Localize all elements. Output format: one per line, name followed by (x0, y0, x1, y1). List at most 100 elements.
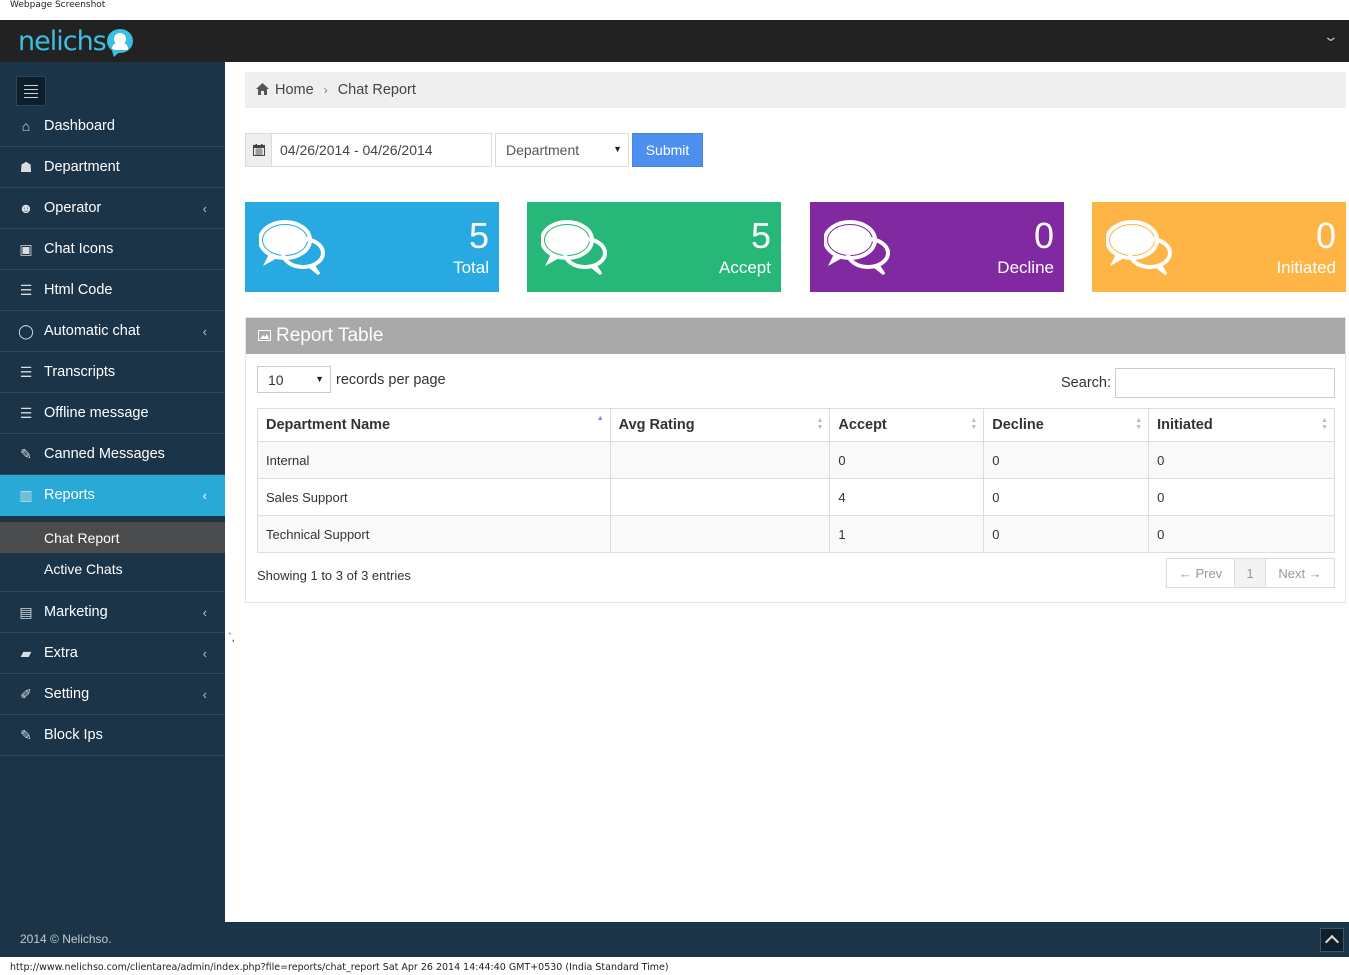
table-header-row: Department Name ▲ Avg Rating ▲ ▼ Accept ▲ ▼ Decl… (257, 408, 1335, 442)
page-length-value: 10 (268, 371, 284, 388)
sidebar-item-department[interactable]: ☗ Department (0, 147, 225, 188)
submenu-item-active-chats[interactable]: Active Chats (0, 553, 225, 585)
stat-value: 5 (468, 215, 489, 256)
sidebar-item-extra[interactable]: ▰ Extra ‹ (0, 633, 225, 674)
stat-card-accept: 5 Accept (527, 202, 781, 292)
table-search: Search: (1061, 368, 1335, 398)
stat-value: 0 (1315, 215, 1336, 256)
next-page-button[interactable]: Next → (1266, 559, 1334, 587)
page-caption: Webpage Screenshot (10, 0, 106, 10)
sidebar-item-label: Offline message (44, 405, 149, 421)
footer: 2014 © Nelichso. (0, 922, 1349, 957)
sidebar-item-dashboard[interactable]: ⌂ Dashboard (0, 106, 225, 147)
users-icon: ☗ (19, 158, 33, 175)
chevron-left-icon: ‹ (202, 686, 207, 702)
prev-page-button[interactable]: ← Prev (1167, 559, 1235, 587)
column-header-avg-rating[interactable]: Avg Rating ▲ ▼ (609, 408, 831, 442)
submenu-item-chat-report[interactable]: Chat Report (0, 522, 225, 553)
brand-name: nelichs (18, 25, 107, 57)
comments-icon (540, 220, 607, 281)
sidebar-item-transcripts[interactable]: ☰ Transcripts (0, 352, 225, 393)
table-cell-accept: 4 (829, 478, 985, 516)
home-icon (256, 82, 269, 98)
sidebar-item-label: Automatic chat (44, 323, 140, 339)
sidebar-item-label: Department (44, 159, 120, 175)
table-cell-decline: 0 (983, 441, 1150, 479)
stat-label: Decline (997, 258, 1054, 277)
sidebar-item-chat-icons[interactable]: ▣ Chat Icons (0, 229, 225, 270)
table-cell-initiated: 0 (1148, 478, 1335, 516)
records-per-page: 10 ▼ records per page (257, 366, 446, 393)
chevron-left-icon: ‹ (202, 323, 207, 339)
report-filter-form: 04/26/2014 - 04/26/2014 Department ▼ Sub… (245, 133, 703, 167)
stat-label: Accept (719, 258, 771, 277)
scroll-to-top-button[interactable] (1320, 928, 1344, 952)
department-select[interactable]: Department ▼ (495, 133, 629, 167)
date-range-input[interactable]: 04/26/2014 - 04/26/2014 (272, 134, 491, 166)
table-cell-decline: 0 (983, 478, 1150, 516)
table-row: Internal 0 0 0 (257, 441, 1335, 479)
sidebar-item-operator[interactable]: ☻ Operator ‹ (0, 188, 225, 229)
submit-button[interactable]: Submit (632, 133, 703, 167)
column-header-label: Decline (992, 417, 1044, 433)
column-header-initiated[interactable]: Initiated ▲ ▼ (1148, 408, 1335, 442)
stat-value: 5 (750, 215, 771, 256)
sidebar-item-label: Dashboard (44, 118, 115, 134)
list-icon: ☰ (19, 281, 33, 298)
chevron-left-icon: ‹ (202, 200, 207, 216)
search-input[interactable] (1115, 368, 1335, 398)
sidebar-item-offline-message[interactable]: ☰ Offline message (0, 393, 225, 434)
column-header-decline[interactable]: Decline ▲ ▼ (983, 408, 1150, 442)
table-cell-avg-rating (609, 515, 831, 553)
comments-icon (258, 220, 325, 281)
column-header-department-name[interactable]: Department Name ▲ (257, 408, 611, 442)
sidebar-item-setting[interactable]: ✐ Setting ‹ (0, 674, 225, 715)
table-cell-decline: 0 (983, 515, 1150, 553)
chevron-down-icon[interactable]: ⌄ (1323, 28, 1339, 45)
column-header-label: Avg Rating (618, 417, 695, 433)
sidebar-item-label: Setting (44, 686, 90, 702)
table-info: Showing 1 to 3 of 3 entries (257, 568, 411, 583)
wrench-icon: ✐ (20, 685, 32, 702)
calendar-icon[interactable] (246, 134, 272, 166)
sidebar-item-reports[interactable]: ▥ Reports ‹ (0, 475, 225, 516)
stat-label: Total (453, 258, 489, 277)
sidebar-item-automatic-chat[interactable]: ◯ Automatic chat ‹ (0, 311, 225, 352)
sidebar-item-block-ips[interactable]: ✎ Block Ips (0, 715, 225, 756)
user-icon: ☻ (18, 200, 34, 216)
sidebar-item-label: Marketing (44, 604, 108, 620)
stat-label: Initiated (1276, 258, 1336, 277)
chevron-left-icon: ‹ (202, 604, 207, 620)
sidebar-item-html-code[interactable]: ☰ Html Code (0, 270, 225, 311)
sort-icon: ▲ ▼ (970, 417, 978, 431)
list-icon: ☰ (19, 363, 33, 380)
table-cell-department-name: Internal (257, 441, 611, 479)
report-table-panel: Report Table 10 ▼ records per page Searc… (245, 317, 1346, 603)
url-caption: http://www.nelichso.com/clientarea/admin… (10, 962, 669, 973)
date-range-group[interactable]: 04/26/2014 - 04/26/2014 (245, 133, 492, 167)
table-cell-initiated: 0 (1148, 515, 1335, 553)
department-select-value: Department (506, 142, 580, 158)
sidebar-item-label: Transcripts (44, 364, 116, 380)
sidebar-item-label: Chat Icons (44, 241, 114, 257)
table-body: Internal 0 0 0 Sales Support 4 0 0 Technical Sup… (257, 441, 1335, 553)
table-cell-accept: 1 (829, 515, 985, 553)
page-number-button[interactable]: 1 (1235, 559, 1266, 587)
sidebar-item-canned-messages[interactable]: ✎ Canned Messages (0, 434, 225, 475)
table-cell-initiated: 0 (1148, 441, 1335, 479)
sidebar-item-marketing[interactable]: ▤ Marketing ‹ (0, 592, 225, 633)
panel-title: Report Table (276, 325, 384, 346)
stray-text: `, (228, 632, 235, 644)
sidebar-item-label: Canned Messages (44, 446, 165, 462)
breadcrumb-separator: › (323, 83, 328, 97)
comment-icon: ◯ (18, 322, 34, 339)
picture-icon (258, 325, 271, 347)
caret-down-icon: ▼ (315, 374, 324, 384)
breadcrumb-home-link[interactable]: Home (275, 82, 314, 98)
brand-logo[interactable]: nelichs (18, 25, 133, 57)
page-length-select[interactable]: 10 ▼ (257, 366, 331, 393)
page-length-label: records per page (336, 371, 446, 388)
sidebar-item-label: Extra (44, 645, 78, 661)
sidebar-toggle-button[interactable] (16, 76, 46, 106)
column-header-accept[interactable]: Accept ▲ ▼ (829, 408, 985, 442)
